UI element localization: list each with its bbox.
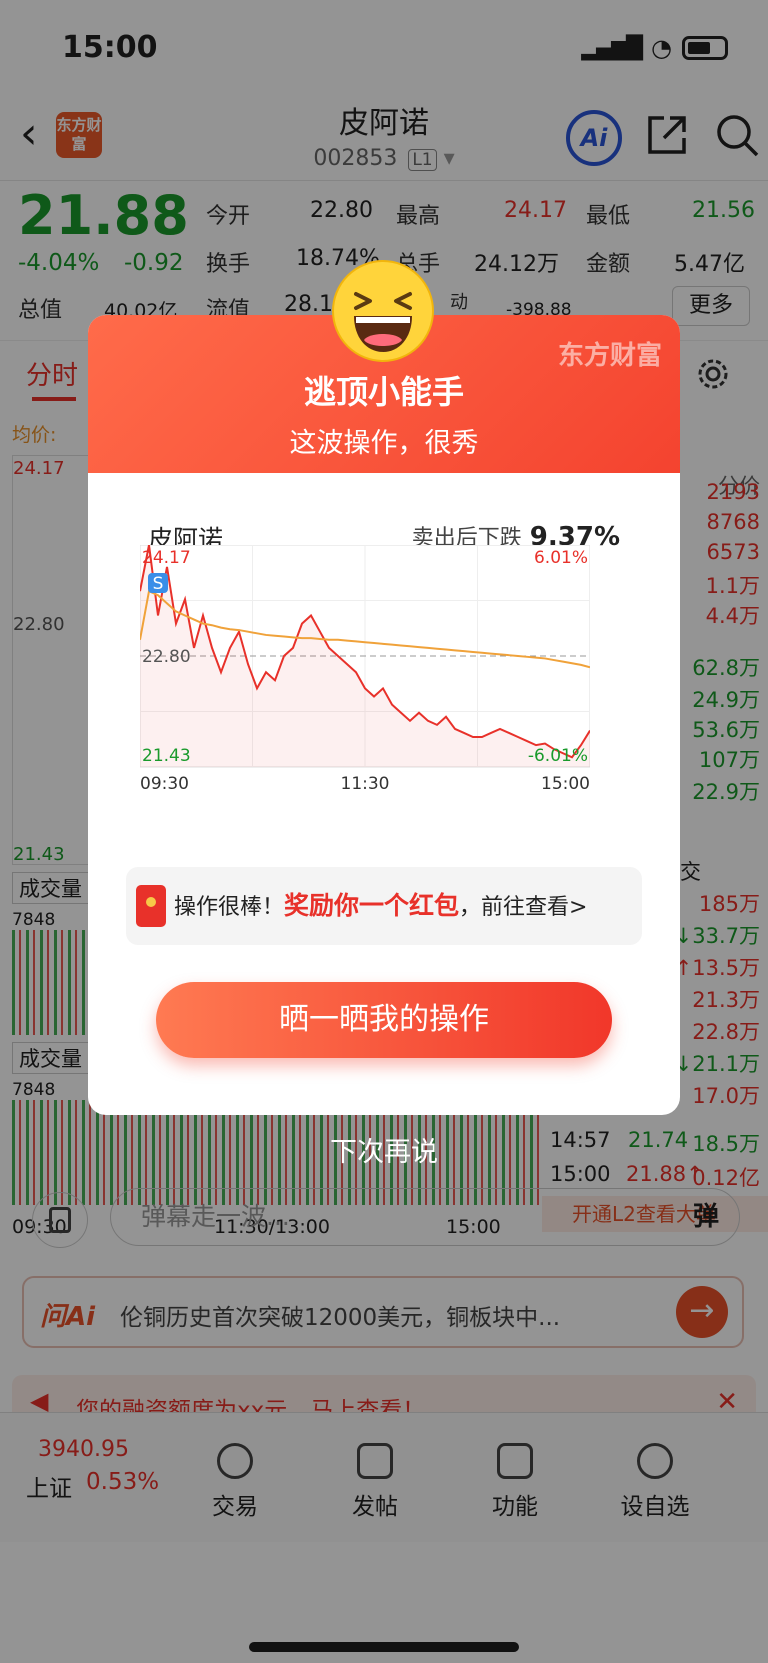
y-label-low: 21.43 bbox=[142, 746, 191, 766]
reward-highlight: 奖励你一个红包 bbox=[284, 891, 460, 920]
x-tick: 09:30 bbox=[140, 774, 189, 794]
y-label-high-pct: 6.01% bbox=[534, 548, 588, 568]
later-button[interactable]: 下次再说 bbox=[0, 1130, 768, 1169]
reward-prefix: 操作很棒！ bbox=[174, 895, 285, 920]
red-packet-icon bbox=[136, 885, 166, 927]
y-label-low-pct: -6.01% bbox=[528, 746, 588, 766]
y-label-high: 24.17 bbox=[142, 548, 191, 568]
sell-marker-label: S bbox=[153, 574, 164, 594]
intraday-chart: 24.17 22.80 21.43 6.01% -6.01% S 09:30 11:30 15:… bbox=[140, 545, 590, 794]
laughing-emoji-icon bbox=[332, 260, 434, 362]
share-operation-button[interactable]: 晒一晒我的操作 bbox=[156, 982, 612, 1058]
modal-subtitle: 这波操作，很秀 bbox=[289, 428, 479, 459]
achievement-modal: 东方财富 逃顶小能手 这波操作，很秀 皮阿诺 卖出后下跌 9.37% 24.17 2… bbox=[88, 315, 680, 1115]
modal-title: 逃顶小能手 bbox=[303, 373, 464, 411]
x-tick: 15:00 bbox=[541, 774, 590, 794]
reward-suffix: ，前往查看> bbox=[459, 895, 588, 920]
home-indicator[interactable] bbox=[249, 1642, 519, 1652]
x-tick: 11:30 bbox=[341, 774, 390, 794]
y-label-mid: 22.80 bbox=[142, 647, 191, 667]
reward-banner[interactable]: 操作很棒！奖励你一个红包，前往查看> bbox=[126, 867, 642, 945]
